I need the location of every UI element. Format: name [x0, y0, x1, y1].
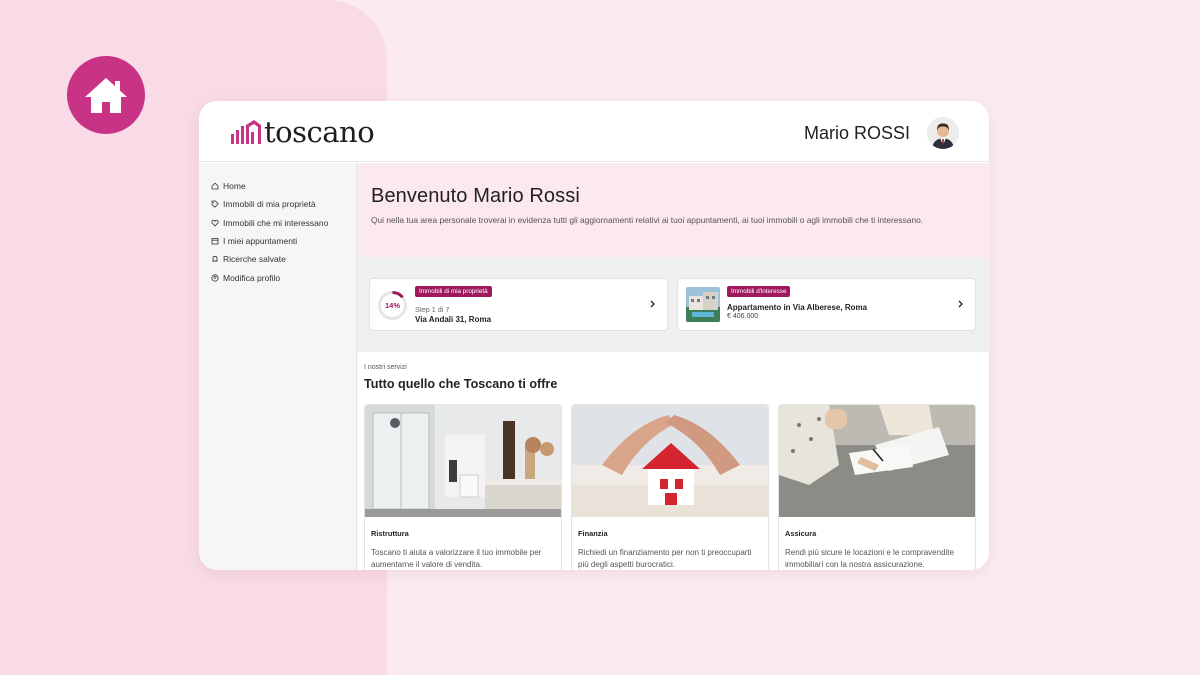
sidebar-item-label: Home — [223, 181, 246, 192]
sidebar-item-interested-properties[interactable]: Immobili che mi interessano — [199, 214, 356, 232]
hands-house-image-icon — [572, 405, 768, 517]
interest-property-card[interactable]: Immobili d'interesse Appartamento in Via… — [677, 278, 976, 331]
sidebar-item-home[interactable]: Home — [199, 177, 356, 195]
top-bar: toscano Mario ROSSI — [199, 101, 989, 162]
welcome-text: Qui nella tua area personale troverai in… — [371, 215, 924, 225]
logo-text: toscano — [264, 115, 375, 149]
app-window: toscano Mario ROSSI Home Immobili di mia… — [199, 101, 989, 570]
welcome-hero: Benvenuto Mario Rossi Qui nella tua area… — [357, 163, 989, 257]
services-eyebrow: I nostri servizi — [364, 364, 407, 371]
home-badge — [67, 56, 145, 134]
user-circle-icon — [211, 274, 219, 282]
sidebar-item-label: I miei appuntamenti — [223, 236, 298, 247]
logo[interactable]: toscano — [230, 115, 375, 149]
interest-price: € 406.000 — [727, 313, 759, 320]
bars-house-logo-icon — [231, 120, 261, 144]
owned-property-card[interactable]: 14% Immobili di mia proprietà Step 1 di … — [369, 278, 668, 331]
interest-tag: Immobili d'interesse — [727, 286, 791, 297]
service-description: Toscano ti aiuta a valorizzare il tuo im… — [371, 548, 542, 569]
sidebar: Home Immobili di mia proprietà Immobili … — [199, 163, 357, 570]
calendar-icon — [211, 238, 219, 245]
signing-image-icon — [779, 405, 975, 517]
property-thumbnail — [686, 287, 720, 322]
owned-tag: Immobili di mia proprietà — [415, 286, 492, 297]
house-hands-photo — [572, 405, 768, 517]
avatar[interactable] — [927, 117, 959, 149]
service-card-finanzia[interactable]: Finanzia Richiedi un finanziamento per n… — [571, 404, 769, 570]
service-name: Assicura — [785, 529, 817, 538]
service-description: Richiedi un finanziamento per non ti pre… — [578, 548, 752, 569]
progress-percent: 14% — [384, 301, 400, 310]
sidebar-item-label: Modifica profilo — [223, 272, 281, 283]
tag-icon — [211, 201, 219, 209]
step-text: Step 1 di 7 — [415, 305, 450, 314]
bell-icon — [212, 256, 218, 262]
service-card-ristruttura[interactable]: Ristruttura Toscano ti aiuta a valorizza… — [364, 404, 562, 570]
services-grid: Ristruttura Toscano ti aiuta a valorizza… — [364, 404, 982, 570]
summary-cards: 14% Immobili di mia proprietà Step 1 di … — [357, 257, 989, 352]
sidebar-item-appointments[interactable]: I miei appuntamenti — [199, 232, 356, 250]
bathroom-image-icon — [365, 405, 561, 517]
sidebar-item-owned-properties[interactable]: Immobili di mia proprietà — [199, 195, 356, 213]
signing-photo — [779, 405, 975, 517]
services-title: Tutto quello che Toscano ti offre — [364, 377, 558, 391]
house-icon — [85, 78, 127, 113]
service-card-assicura[interactable]: Assicura Rendi più sicure le locazioni e… — [778, 404, 976, 570]
sidebar-item-label: Immobili di mia proprietà — [223, 199, 316, 210]
interest-title: Appartamento in Via Alberese, Roma — [727, 303, 868, 312]
user-avatar-icon — [927, 117, 959, 149]
service-name: Ristruttura — [371, 529, 409, 538]
heart-icon — [211, 219, 219, 227]
property-photo-icon — [686, 287, 720, 322]
sidebar-item-label: Immobili che mi interessano — [223, 217, 329, 228]
owned-address: Via Andali 31, Roma — [415, 315, 492, 324]
user-name: Mario ROSSI — [803, 122, 910, 143]
sidebar-item-edit-profile[interactable]: Modifica profilo — [199, 268, 356, 286]
service-description: Rendi più sicure le locazioni e le compr… — [785, 548, 954, 569]
chevron-right-icon[interactable] — [649, 299, 656, 309]
user-menu[interactable]: Mario ROSSI — [804, 117, 959, 149]
sidebar-item-label: Ricerche salvate — [223, 254, 286, 265]
home-icon — [211, 182, 219, 190]
sidebar-item-saved-searches[interactable]: Ricerche salvate — [199, 250, 356, 268]
page-title: Benvenuto Mario Rossi — [371, 185, 580, 207]
services-section: I nostri servizi Tutto quello che Toscan… — [357, 352, 989, 570]
main-content: Benvenuto Mario Rossi Qui nella tua area… — [357, 163, 989, 570]
chevron-right-icon[interactable] — [957, 299, 964, 309]
service-name: Finanzia — [578, 529, 608, 538]
bathroom-photo — [365, 405, 561, 517]
